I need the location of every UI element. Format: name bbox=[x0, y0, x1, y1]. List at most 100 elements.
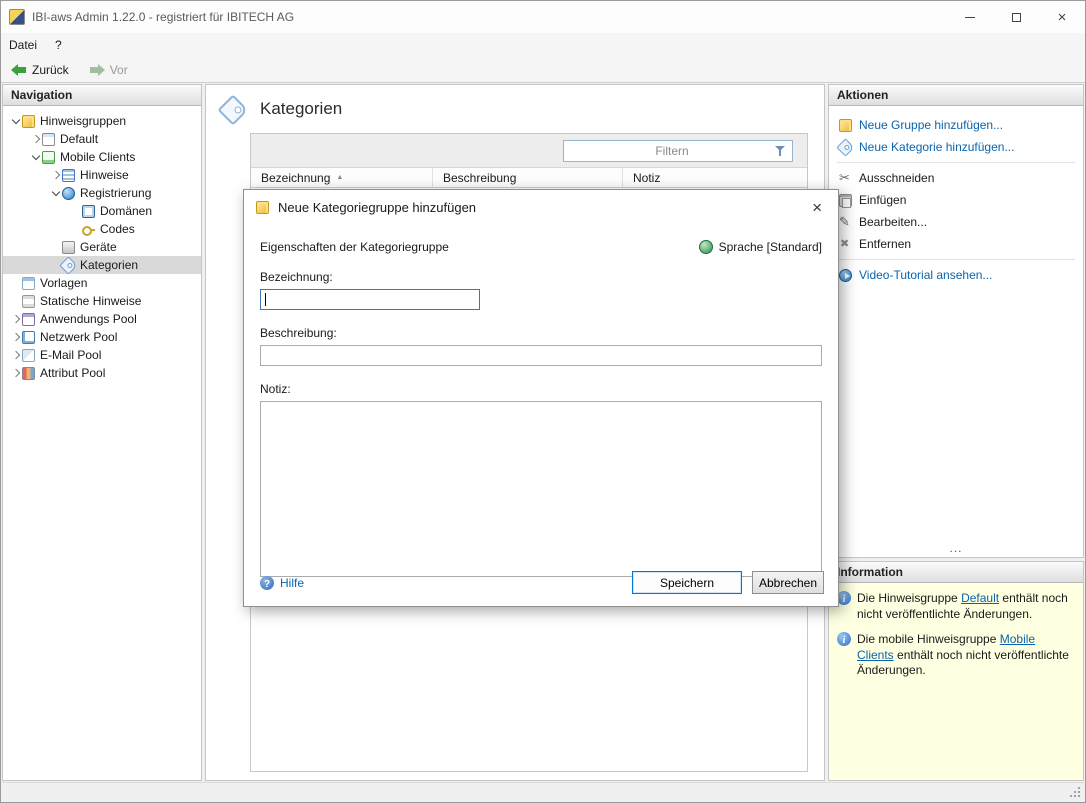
information-link-default[interactable]: Default bbox=[961, 591, 999, 605]
tree-item-label: Geräte bbox=[80, 240, 117, 254]
chevron-down-icon[interactable] bbox=[11, 115, 20, 125]
dialog-body: Eigenschaften der Kategoriegruppe Sprach… bbox=[244, 224, 838, 580]
dialog-section-title: Eigenschaften der Kategoriegruppe bbox=[260, 240, 449, 254]
app-pool-icon bbox=[22, 312, 35, 326]
table-header-row: Bezeichnung ▲ Beschreibung Notiz bbox=[251, 168, 807, 188]
back-button[interactable]: Zurück bbox=[7, 59, 73, 81]
menu-help[interactable]: ? bbox=[45, 33, 72, 57]
chevron-slot bbox=[29, 151, 42, 161]
new-group-icon bbox=[256, 200, 269, 214]
action-entfernen[interactable]: Entfernen bbox=[829, 233, 1083, 255]
tree-item-label: Vorlagen bbox=[40, 276, 88, 290]
action-neue-gruppe-hinzuf-gen[interactable]: Neue Gruppe hinzufügen... bbox=[829, 114, 1083, 136]
toolbar: Zurück Vor bbox=[1, 57, 1085, 83]
chevron-slot bbox=[9, 368, 22, 378]
attribute-pool-icon bbox=[22, 366, 35, 380]
right-column: Aktionen Neue Gruppe hinzufügen... Neue K… bbox=[828, 84, 1084, 781]
minimize-icon bbox=[965, 16, 975, 18]
tree-item-label: Codes bbox=[100, 222, 135, 236]
tree-item-hinweisgruppen[interactable]: Hinweisgruppen bbox=[3, 112, 201, 130]
categories-icon bbox=[59, 255, 78, 275]
information-text: Die Hinweisgruppe Default enthält noch n… bbox=[857, 591, 1075, 622]
action-einf-gen[interactable]: Einfügen bbox=[829, 189, 1083, 211]
tree-item-kategorien[interactable]: Kategorien bbox=[3, 255, 201, 275]
beschreibung-input[interactable] bbox=[260, 345, 822, 366]
chevron-slot bbox=[49, 187, 62, 197]
action-ausschneiden[interactable]: Ausschneiden bbox=[829, 167, 1083, 189]
information-panel: Information Die Hinweisgruppe Default en… bbox=[828, 561, 1084, 781]
chevron-right-icon[interactable] bbox=[51, 170, 60, 180]
tree-item-anwendungs-pool[interactable]: Anwendungs Pool bbox=[3, 310, 201, 328]
actions-overflow-indicator: ... bbox=[949, 541, 963, 555]
devices-icon bbox=[62, 240, 75, 254]
help-link[interactable]: Hilfe bbox=[260, 575, 304, 590]
dialog-close-icon[interactable]: × bbox=[808, 197, 826, 218]
bezeichnung-input[interactable] bbox=[260, 289, 480, 310]
new-group-icon bbox=[839, 118, 852, 132]
action-label: Einfügen bbox=[859, 193, 907, 207]
chevron-down-icon[interactable] bbox=[31, 151, 40, 161]
actions-header: Aktionen bbox=[829, 85, 1083, 106]
tree-item-label: Default bbox=[60, 132, 99, 146]
chevron-right-icon[interactable] bbox=[11, 368, 20, 378]
cancel-button[interactable]: Abbrechen bbox=[752, 571, 824, 594]
tree-item-hinweise[interactable]: Hinweise bbox=[3, 166, 201, 184]
domain-icon bbox=[82, 204, 95, 218]
chevron-down-icon[interactable] bbox=[51, 187, 60, 197]
minimize-button[interactable] bbox=[947, 1, 993, 33]
forward-button[interactable]: Vor bbox=[85, 59, 132, 81]
menu-datei[interactable]: Datei bbox=[1, 33, 45, 57]
chevron-right-icon[interactable] bbox=[31, 134, 40, 144]
information-text: Die mobile Hinweisgruppe Mobile Clients … bbox=[857, 632, 1075, 679]
navigation-panel: Navigation Hinweisgruppen Default Mobile C… bbox=[2, 84, 202, 781]
tree-item-registrierung[interactable]: Registrierung bbox=[3, 184, 201, 202]
column-header-bezeichnung[interactable]: Bezeichnung ▲ bbox=[251, 168, 433, 187]
tree-item-vorlagen[interactable]: Vorlagen bbox=[3, 274, 201, 292]
chevron-right-icon[interactable] bbox=[11, 314, 20, 324]
info-icon bbox=[837, 632, 851, 647]
sort-ascending-icon: ▲ bbox=[336, 174, 344, 181]
tree-item-label: Hinweisgruppen bbox=[40, 114, 127, 128]
action-neue-kategorie-hinzuf-gen[interactable]: Neue Kategorie hinzufügen... bbox=[829, 136, 1083, 158]
tree-item-label: Netzwerk Pool bbox=[40, 330, 118, 344]
tree-item-attribut-pool[interactable]: Attribut Pool bbox=[3, 364, 201, 382]
column-header-notiz[interactable]: Notiz bbox=[623, 168, 807, 187]
tree-item-ger-te[interactable]: Geräte bbox=[3, 238, 201, 256]
main-header: Kategorien bbox=[206, 85, 824, 133]
action-list: Neue Gruppe hinzufügen... Neue Kategorie … bbox=[829, 106, 1083, 286]
text-caret bbox=[265, 293, 266, 306]
maximize-button[interactable] bbox=[993, 1, 1039, 33]
language-selector[interactable]: Sprache [Standard] bbox=[698, 240, 822, 254]
tree-item-statische-hinweise[interactable]: Statische Hinweise bbox=[3, 292, 201, 310]
information-item: Die Hinweisgruppe Default enthält noch n… bbox=[837, 591, 1075, 622]
close-button[interactable]: × bbox=[1039, 1, 1085, 33]
network-pool-icon bbox=[22, 330, 35, 344]
paste-icon bbox=[839, 193, 852, 208]
tree-item-default[interactable]: Default bbox=[3, 130, 201, 148]
filter-funnel-icon[interactable] bbox=[775, 145, 787, 157]
filter-input[interactable] bbox=[569, 143, 775, 158]
chevron-right-icon[interactable] bbox=[11, 350, 20, 360]
remove-icon bbox=[839, 237, 852, 251]
notiz-textarea[interactable] bbox=[260, 401, 822, 577]
tree-item-netzwerk-pool[interactable]: Netzwerk Pool bbox=[3, 328, 201, 346]
dialog-titlebar: Neue Kategoriegruppe hinzufügen × bbox=[244, 190, 838, 224]
tree-item-label: Kategorien bbox=[80, 258, 139, 272]
tree-item-label: Registrierung bbox=[80, 186, 152, 200]
tree-item-codes[interactable]: Codes bbox=[3, 220, 201, 238]
navigation-header: Navigation bbox=[3, 85, 201, 106]
resize-grip[interactable] bbox=[1069, 786, 1081, 798]
save-button[interactable]: Speichern bbox=[632, 571, 742, 594]
action-bearbeiten[interactable]: Bearbeiten... bbox=[829, 211, 1083, 233]
tree-item-dom-nen[interactable]: Domänen bbox=[3, 202, 201, 220]
back-arrow-icon bbox=[11, 63, 27, 76]
chevron-right-icon[interactable] bbox=[11, 332, 20, 342]
actions-panel: Aktionen Neue Gruppe hinzufügen... Neue K… bbox=[828, 84, 1084, 558]
tree-item-mobile-clients[interactable]: Mobile Clients bbox=[3, 148, 201, 166]
notice-default-icon bbox=[42, 132, 55, 146]
action-video-tutorial-ansehen[interactable]: Video-Tutorial ansehen... bbox=[829, 264, 1083, 286]
column-header-beschreibung[interactable]: Beschreibung bbox=[433, 168, 623, 187]
tree-item-e-mail-pool[interactable]: E-Mail Pool bbox=[3, 346, 201, 364]
language-label: Sprache [Standard] bbox=[718, 240, 822, 254]
dialog-title: Neue Kategoriegruppe hinzufügen bbox=[278, 199, 477, 215]
